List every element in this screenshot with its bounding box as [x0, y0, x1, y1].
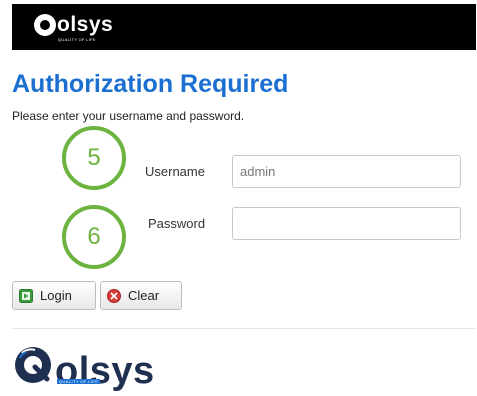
footer-brand-subtitle: QUALITY OF LIFE — [57, 379, 101, 384]
password-input[interactable] — [232, 207, 461, 240]
header-logo: olsys QUALITY OF LIFE — [34, 13, 114, 42]
top-bar: olsys QUALITY OF LIFE — [12, 4, 476, 50]
header-brand-text: olsys — [57, 13, 114, 36]
clear-button[interactable]: Clear — [100, 281, 182, 310]
callout-5: 5 — [62, 126, 126, 190]
login-label: Login — [40, 288, 72, 303]
instructions-text: Please enter your username and password. — [12, 109, 245, 123]
header-brand-subtitle: QUALITY OF LIFE — [58, 37, 96, 42]
password-label: Password — [148, 216, 206, 231]
username-input[interactable] — [232, 155, 461, 188]
callout-6: 6 — [62, 205, 126, 269]
clear-icon — [107, 288, 121, 303]
username-label: Username — [145, 164, 205, 179]
footer-logo-icon — [13, 345, 53, 390]
login-icon — [19, 288, 33, 303]
brand-q-icon — [34, 14, 56, 36]
footer-logo: olsys QUALITY OF LIFE — [13, 345, 155, 390]
divider — [12, 328, 476, 329]
clear-label: Clear — [128, 288, 160, 303]
page-title: Authorization Required — [12, 70, 289, 98]
footer-brand-text: olsys — [55, 350, 155, 392]
login-button[interactable]: Login — [12, 281, 96, 310]
